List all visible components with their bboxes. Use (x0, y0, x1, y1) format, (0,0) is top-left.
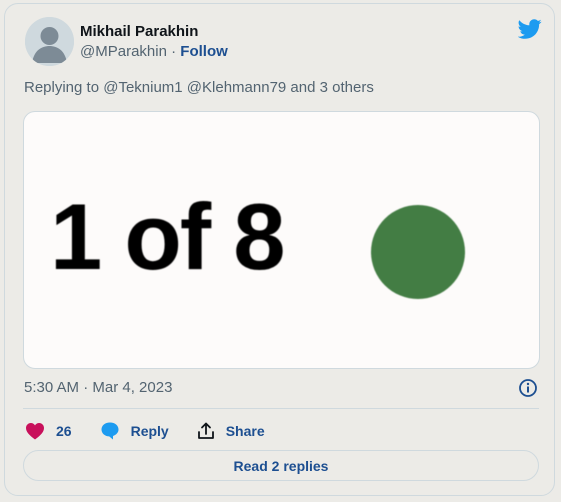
follow-button[interactable]: Follow (180, 43, 228, 60)
default-avatar-icon (25, 17, 74, 66)
action-bar: 26 Reply Share (25, 420, 293, 442)
tweet-timestamp[interactable]: 5:30 AM · Mar 4, 2023 (24, 379, 172, 396)
green-dot (371, 205, 465, 299)
media-caption-text: 1 of 8 (50, 184, 286, 289)
tweet-media-image[interactable]: 1 of 8 (23, 111, 540, 369)
author-handle[interactable]: @MParakhin (80, 43, 167, 60)
avatar[interactable] (25, 17, 74, 66)
speech-bubble-icon (101, 422, 119, 440)
divider (23, 408, 539, 409)
like-count: 26 (56, 423, 72, 439)
reply-button[interactable]: Reply (100, 421, 169, 441)
read-replies-button[interactable]: Read 2 replies (23, 450, 539, 481)
tweet-card: Mikhail Parakhin @MParakhin · Follow Rep… (4, 3, 555, 496)
reply-context[interactable]: Replying to @Teknium1 @Klehmann79 and 3 … (24, 79, 374, 96)
author-handle-row: @MParakhin · Follow (80, 43, 228, 60)
author-name[interactable]: Mikhail Parakhin (80, 23, 198, 40)
share-label: Share (225, 423, 265, 439)
twitter-bird-icon[interactable] (517, 17, 542, 41)
info-icon[interactable] (518, 378, 538, 398)
like-button[interactable]: 26 (25, 422, 72, 440)
reply-label: Reply (130, 423, 169, 439)
handle-separator: · (171, 43, 177, 60)
heart-icon (26, 423, 44, 440)
share-arrow-icon (197, 422, 214, 439)
share-button[interactable]: Share (197, 422, 265, 440)
